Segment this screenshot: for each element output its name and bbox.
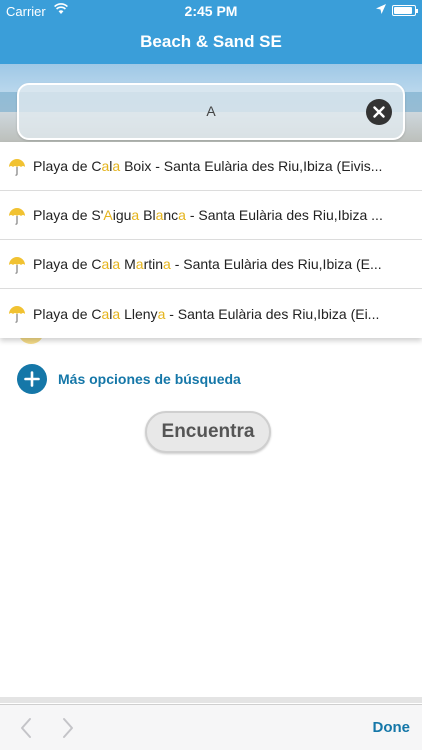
suggestion-label: Playa de Cala Martina - Santa Eulària de…: [33, 256, 382, 272]
navigation-bar: Beach & Sand SE: [0, 22, 422, 64]
suggestion-text-part: Playa de C: [33, 256, 102, 272]
battery-icon: [392, 5, 418, 16]
battery-fill: [394, 7, 412, 14]
suggestion-text-part: Boix - Santa Eulària des Riu,Ibiza (Eivi…: [120, 158, 383, 174]
more-options-button[interactable]: Más opciones de búsqueda: [17, 364, 241, 394]
plus-icon: [17, 364, 47, 394]
suggestion-label: Playa de S'Aigua Blanca - Santa Eulària …: [33, 207, 383, 223]
beach-umbrella-icon: [9, 159, 25, 176]
suggestion-label: Playa de Cala Llenya - Santa Eulària des…: [33, 306, 379, 322]
page-title: Beach & Sand SE: [140, 32, 282, 51]
status-time: 2:45 PM: [184, 3, 238, 19]
previous-field-icon[interactable]: [18, 717, 34, 739]
suggestion-text-part: Lleny: [120, 305, 158, 322]
suggestion-label: Playa de Cala Boix - Santa Eulària des R…: [33, 158, 382, 174]
suggestion-match-highlight: a: [178, 207, 186, 223]
clear-search-button[interactable]: [366, 99, 392, 125]
suggestion-text-part: Playa de S': [33, 207, 104, 223]
search-query-text: A: [206, 103, 216, 119]
suggestion-text-part: M: [120, 256, 136, 272]
search-input[interactable]: A: [17, 83, 405, 140]
suggestion-item[interactable]: Playa de Cala Boix - Santa Eulària des R…: [0, 142, 422, 191]
suggestion-item[interactable]: Playa de S'Aigua Blanca - Santa Eulària …: [0, 191, 422, 240]
suggestion-text-part: - Santa Eulària des Riu,Ibiza (Ei...: [165, 305, 380, 322]
suggestion-item[interactable]: Playa de Cala Martina - Santa Eulària de…: [0, 240, 422, 289]
suggestion-text-part: - Santa Eulària des Riu,Ibiza (E...: [170, 256, 382, 272]
suggestion-text-part: - Santa Eulària des Riu,Ibiza ...: [185, 207, 383, 223]
suggestion-match-highlight: a: [163, 256, 171, 272]
autocomplete-suggestions: Playa de Cala Boix - Santa Eulària des R…: [0, 142, 422, 338]
suggestion-text-part: Bl: [139, 207, 156, 223]
status-bar: Carrier 2:45 PM: [0, 0, 422, 22]
suggestion-text-part: igu: [112, 207, 132, 223]
suggestion-item[interactable]: Playa de Cala Llenya - Santa Eulària des…: [0, 289, 422, 338]
find-button[interactable]: Encuentra: [145, 411, 271, 453]
suggestion-match-highlight: a: [135, 256, 144, 272]
more-options-label: Más opciones de búsqueda: [58, 371, 241, 387]
beach-umbrella-icon: [9, 306, 25, 323]
keyboard-toolbar: Done: [0, 704, 422, 750]
suggestion-text-part: Playa de C: [33, 305, 102, 322]
suggestion-text-part: nc: [163, 207, 179, 223]
beach-umbrella-icon: [9, 257, 25, 274]
clear-icon: [373, 106, 385, 118]
beach-umbrella-icon: [9, 208, 25, 225]
suggestion-text-part: rtin: [143, 256, 164, 272]
suggestion-match-highlight: A: [103, 207, 113, 223]
suggestion-text-part: Playa de C: [33, 158, 102, 174]
next-field-icon[interactable]: [60, 717, 76, 739]
location-arrow-icon: [376, 4, 386, 14]
tab-bar-edge: [0, 697, 422, 703]
done-button[interactable]: Done: [373, 719, 411, 736]
